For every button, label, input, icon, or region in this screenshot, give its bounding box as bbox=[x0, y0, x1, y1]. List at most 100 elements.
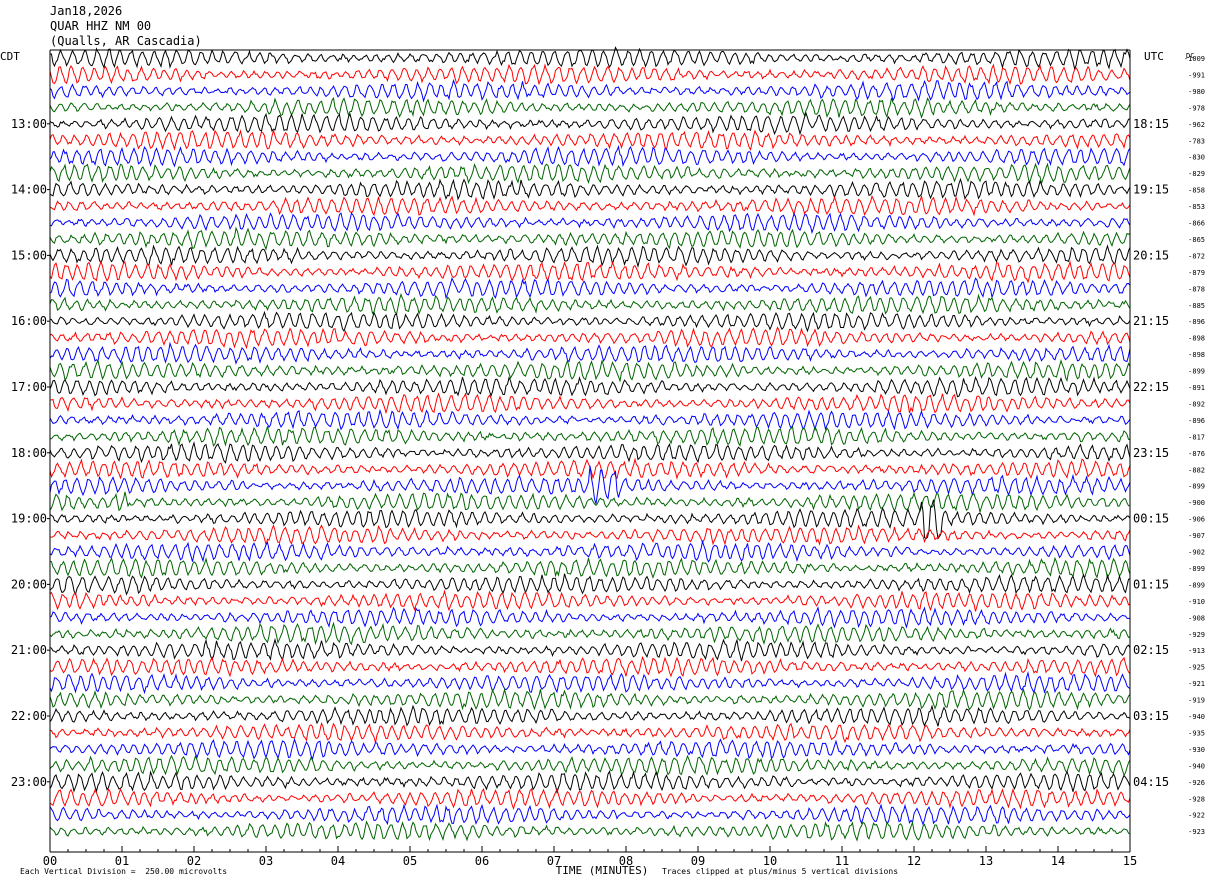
x-tick-label: 02 bbox=[187, 854, 201, 868]
dc-offset-label: -900 bbox=[1188, 499, 1205, 507]
right-hour-label: 02:15 bbox=[1133, 643, 1169, 657]
trace-line bbox=[49, 292, 1131, 316]
cdt-label: CDT bbox=[0, 50, 20, 63]
trace-line bbox=[49, 491, 1131, 514]
left-hour-label: 18:00 bbox=[11, 446, 47, 460]
dc-offset-label: -923 bbox=[1188, 828, 1205, 836]
trace-line bbox=[49, 211, 1131, 235]
utc-label: UTC bbox=[1144, 50, 1164, 63]
right-hour-label: 01:15 bbox=[1133, 577, 1169, 591]
right-hour-label: 04:15 bbox=[1133, 775, 1169, 789]
dc-offset-label: -878 bbox=[1188, 285, 1205, 293]
dc-offset-label: -866 bbox=[1188, 220, 1205, 228]
trace-line bbox=[49, 96, 1131, 119]
dc-offset-label: -858 bbox=[1188, 187, 1205, 195]
x-tick-label: 09 bbox=[691, 854, 705, 868]
trace-line bbox=[49, 326, 1131, 350]
trace-line bbox=[49, 341, 1131, 365]
left-hour-label: 23:00 bbox=[11, 775, 47, 789]
dc-offset-label: -896 bbox=[1188, 318, 1205, 326]
dc-offset-label: -882 bbox=[1188, 466, 1205, 474]
trace-line bbox=[49, 358, 1131, 383]
left-hour-label: 19:00 bbox=[11, 512, 47, 526]
trace-line bbox=[49, 539, 1131, 563]
seismogram-plot: 00 01 02 03 04 05 06 07 08 09 10 11 12 13 14 15TIME (MI… bbox=[0, 46, 1205, 877]
trace-line bbox=[49, 671, 1131, 695]
dc-offset-label: -872 bbox=[1188, 252, 1205, 260]
right-hour-label: 00:15 bbox=[1133, 512, 1169, 526]
trace-line bbox=[49, 606, 1131, 629]
dc-offset-label: -940 bbox=[1188, 762, 1205, 770]
trace-line bbox=[49, 194, 1131, 217]
trace-line bbox=[49, 770, 1131, 795]
right-hour-label: 21:15 bbox=[1133, 314, 1169, 328]
x-tick-label: 06 bbox=[475, 854, 489, 868]
trace-line bbox=[49, 687, 1131, 711]
dc-offset-label: -906 bbox=[1188, 516, 1205, 524]
x-tick-label: 11 bbox=[835, 854, 849, 868]
left-hour-label: 21:00 bbox=[11, 643, 47, 657]
trace-line bbox=[49, 556, 1131, 580]
trace-line bbox=[49, 803, 1131, 826]
trace-line bbox=[49, 46, 1131, 70]
x-tick-label: 04 bbox=[331, 854, 345, 868]
trace-line bbox=[49, 144, 1131, 168]
trace-line bbox=[49, 440, 1131, 464]
dc-offset-label: -928 bbox=[1188, 795, 1205, 803]
trace-line bbox=[49, 589, 1131, 612]
dc-offset-label: -830 bbox=[1188, 154, 1205, 162]
dc-offset-label: -898 bbox=[1188, 351, 1205, 359]
dc-offset-label: -940 bbox=[1188, 713, 1205, 721]
left-hour-label: 15:00 bbox=[11, 248, 47, 262]
left-hour-label: 16:00 bbox=[11, 314, 47, 328]
dc-offset-label: -898 bbox=[1188, 335, 1205, 343]
x-tick-label: 13 bbox=[979, 854, 993, 868]
dc-offset-label: -879 bbox=[1188, 269, 1205, 277]
dc-offset-label: -902 bbox=[1188, 549, 1205, 557]
x-tick-label: 00 bbox=[43, 854, 57, 868]
trace-line bbox=[49, 111, 1131, 136]
trace-line bbox=[49, 63, 1131, 86]
left-hour-label: 22:00 bbox=[11, 709, 47, 723]
trace-line bbox=[49, 162, 1131, 186]
trace-line bbox=[49, 573, 1131, 596]
dc-offset-label: -935 bbox=[1188, 729, 1205, 737]
x-tick-label: 15 bbox=[1123, 854, 1137, 868]
dc-offset-label: -925 bbox=[1188, 664, 1205, 672]
trace-line bbox=[49, 655, 1131, 678]
trace-line bbox=[49, 524, 1131, 546]
trace-line bbox=[49, 392, 1131, 415]
dc-offset-label: -899 bbox=[1188, 368, 1205, 376]
dc-offset-label: -962 bbox=[1188, 121, 1205, 129]
dc-offset-label: -929 bbox=[1188, 631, 1205, 639]
x-axis-title: TIME (MINUTES) bbox=[556, 864, 649, 877]
dc-offset-label: -899 bbox=[1188, 581, 1205, 589]
dc-offset-label: -930 bbox=[1188, 746, 1205, 754]
right-hour-label: 19:15 bbox=[1133, 183, 1169, 197]
trace-line bbox=[50, 425, 1131, 447]
dc-offset-label: -910 bbox=[1188, 598, 1205, 606]
dc-offset-label: -853 bbox=[1188, 203, 1205, 211]
trace-line bbox=[49, 276, 1131, 300]
x-tick-label: 12 bbox=[907, 854, 921, 868]
dc-offset-label: -913 bbox=[1188, 647, 1205, 655]
dc-offset-label: -896 bbox=[1188, 417, 1205, 425]
right-hour-label: 20:15 bbox=[1133, 248, 1169, 262]
trace-line bbox=[49, 722, 1131, 744]
x-tick-label: 05 bbox=[403, 854, 417, 868]
x-tick-label: 01 bbox=[115, 854, 129, 868]
trace-line bbox=[49, 260, 1131, 284]
trace-line bbox=[49, 621, 1131, 646]
dc-offset-label: -876 bbox=[1188, 450, 1205, 458]
dc-offset-label: -899 bbox=[1188, 565, 1205, 573]
dc-offset-label: -1009 bbox=[1184, 55, 1205, 63]
x-tick-label: 10 bbox=[763, 854, 777, 868]
dc-offset-label: -921 bbox=[1188, 680, 1205, 688]
trace-line bbox=[49, 820, 1131, 842]
trace-line bbox=[49, 737, 1131, 761]
dc-offset-label: -892 bbox=[1188, 400, 1205, 408]
trace-line bbox=[49, 754, 1131, 777]
dc-offset-label: -908 bbox=[1188, 614, 1205, 622]
dc-offset-label: -919 bbox=[1188, 697, 1205, 705]
trace-line bbox=[49, 375, 1131, 398]
